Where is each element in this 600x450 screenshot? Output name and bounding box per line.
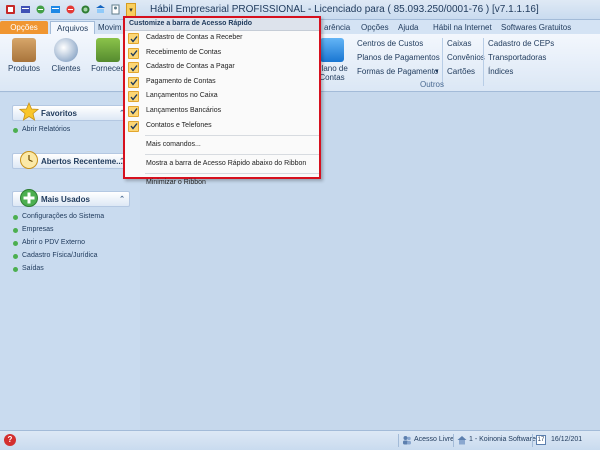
- payment-icon[interactable]: [64, 3, 77, 16]
- sidebar-item-empresas[interactable]: Empresas: [13, 226, 54, 233]
- convenios-link[interactable]: Convênios: [447, 53, 485, 62]
- ribbon-divider: [442, 38, 443, 86]
- tab-softwares-gratuitos[interactable]: Softwares Gratuitos: [495, 21, 577, 34]
- status-date: 16/12/201: [551, 436, 583, 443]
- menu-item-pagamento-contas[interactable]: Pagamento de Contas: [125, 75, 319, 90]
- menu-divider: [145, 154, 319, 156]
- tab-gerencia[interactable]: arência: [318, 21, 356, 34]
- outros-group-label: Outros: [420, 80, 445, 89]
- tab-opcoes-file[interactable]: Opções: [0, 21, 48, 34]
- receivable-icon[interactable]: [19, 3, 32, 16]
- status-acesso: Acesso Livre: [414, 436, 455, 443]
- menu-item-contatos-telefones[interactable]: Contatos e Telefones: [125, 119, 319, 134]
- checkmark-icon: [128, 91, 139, 103]
- box-icon: [12, 38, 36, 62]
- chart-of-accounts-icon: [320, 38, 344, 62]
- checkmark-icon: [128, 33, 139, 44]
- users-icon: [403, 436, 411, 445]
- customize-qat-menu: Customize a barra de Acesso Rápido Cadas…: [123, 16, 321, 186]
- status-bar: ? Acesso Livre 1 - Koinonia Software 17 …: [0, 430, 600, 450]
- clientes-button[interactable]: Clientes: [46, 38, 86, 73]
- sidebar-item-cadastro-fisica-juridica[interactable]: Cadastro Física/Jurídica: [12, 252, 97, 259]
- mais-usados-title: Mais Usados: [41, 195, 90, 204]
- qat-customize-dropdown-icon[interactable]: ▾: [126, 3, 136, 17]
- checkmark-icon: [128, 76, 139, 88]
- abertos-section-header[interactable]: Abertos Recenteme... ⌃: [12, 151, 130, 169]
- menu-item-label: Recebimento de Contas: [146, 48, 222, 56]
- checkmark-icon: [128, 47, 139, 59]
- tab-opcoes[interactable]: Opções: [355, 21, 395, 34]
- checkmark-icon: [128, 62, 139, 74]
- checkmark-icon: [128, 120, 139, 132]
- produtos-label: Produtos: [7, 64, 41, 73]
- bank-icon[interactable]: [94, 3, 107, 16]
- menu-item-label: Lançamentos no Caixa: [146, 92, 218, 100]
- calendar-icon: 17: [536, 435, 546, 445]
- cartoes-link[interactable]: Cartões: [447, 67, 475, 76]
- home-icon: [457, 436, 467, 445]
- tab-ajuda[interactable]: Ajuda: [392, 21, 424, 34]
- window-title: Hábil Empresarial PROFISSIONAL - Licenci…: [150, 4, 539, 15]
- chevron-down-icon[interactable]: ▾: [435, 67, 439, 75]
- contacts-icon[interactable]: [109, 3, 122, 16]
- checkmark-icon: [128, 105, 139, 117]
- menu-item-recebimento-contas[interactable]: Recebimento de Contas: [125, 46, 319, 61]
- status-divider: [398, 434, 399, 447]
- menu-header: Customize a barra de Acesso Rápido: [125, 18, 319, 31]
- transportadoras-link[interactable]: Transportadoras: [488, 53, 546, 62]
- sidebar-item-configuracoes[interactable]: Configurações do Sistema: [12, 213, 104, 220]
- help-icon[interactable]: ?: [4, 434, 16, 446]
- clientes-label: Clientes: [51, 64, 81, 73]
- people-icon: [54, 38, 78, 62]
- quick-access-toolbar: ▾: [4, 3, 136, 17]
- navigation-panel: Favoritos ⌃ Abrir Relatórios Abertos Rec…: [0, 93, 140, 430]
- payable-icon[interactable]: [49, 3, 62, 16]
- status-divider: [453, 434, 454, 447]
- menu-item-label: Cadastro de Contas a Pagar: [146, 63, 235, 71]
- star-icon: [19, 102, 39, 121]
- sidebar-item-pdv-externo[interactable]: Abrir o PDV Externo: [12, 239, 85, 246]
- formas-pagamento-link[interactable]: Formas de Pagamento: [357, 67, 438, 76]
- menu-divider: [145, 173, 319, 175]
- produtos-button[interactable]: Produtos: [4, 38, 44, 73]
- menu-item-lancamentos-caixa[interactable]: Lançamentos no Caixa: [125, 89, 319, 104]
- indices-link[interactable]: Índices: [488, 67, 513, 76]
- receipt-icon[interactable]: [34, 3, 47, 16]
- status-divider: [532, 434, 533, 447]
- caixas-link[interactable]: Caixas: [447, 39, 471, 48]
- mais-usados-section-header[interactable]: Mais Usados ⌃: [12, 189, 130, 207]
- menu-item-label: Contatos e Telefones: [146, 121, 212, 129]
- menu-item-minimizar-ribbon[interactable]: Minimizar o Ribbon: [125, 176, 319, 190]
- sidebar-item-saidas[interactable]: Saídas: [13, 265, 44, 272]
- centros-custos-link[interactable]: Centros de Custos: [357, 39, 423, 48]
- plus-icon: [20, 189, 38, 207]
- status-empresa: 1 - Koinonia Software: [469, 436, 536, 443]
- menu-item-mostrar-abaixo-ribbon[interactable]: Mostra a barra de Acesso Rápido abaixo d…: [125, 157, 319, 171]
- abertos-title: Abertos Recenteme...: [41, 157, 123, 166]
- tab-habil-internet[interactable]: Hábil na Internet: [427, 21, 498, 34]
- supplier-icon: [96, 38, 120, 62]
- menu-item-label: Cadastro de Contas a Receber: [146, 34, 243, 41]
- app-icon[interactable]: [4, 3, 17, 16]
- menu-item-lancamentos-bancarios[interactable]: Lançamentos Bancários: [125, 104, 319, 119]
- menu-item-cadastro-contas-pagar[interactable]: Cadastro de Contas a Pagar: [125, 60, 319, 75]
- menu-divider: [145, 135, 319, 137]
- cadastro-ceps-link[interactable]: Cadastro de CEPs: [488, 39, 554, 48]
- ribbon-divider: [483, 38, 484, 86]
- menu-item-label: Pagamento de Contas: [146, 77, 216, 85]
- favoritos-title: Favoritos: [41, 109, 78, 118]
- sidebar-item-abrir-relatorios[interactable]: Abrir Relatórios: [12, 126, 70, 133]
- collapse-chevron-icon[interactable]: ⌃: [119, 195, 125, 203]
- tab-arquivos[interactable]: Arquivos: [50, 21, 96, 34]
- menu-item-cadastro-contas-receber[interactable]: Cadastro de Contas a Receber: [125, 31, 319, 46]
- fornecedores-label: Forneced: [91, 64, 125, 73]
- planos-pagamentos-link[interactable]: Planos de Pagamentos: [357, 53, 440, 62]
- menu-item-mais-comandos[interactable]: Mais comandos...: [125, 138, 319, 152]
- favoritos-section-header[interactable]: Favoritos ⌃: [12, 102, 130, 121]
- fornecedores-button[interactable]: Forneced: [88, 38, 128, 73]
- cash-icon[interactable]: [79, 3, 92, 16]
- menu-item-label: Lançamentos Bancários: [146, 106, 222, 114]
- clock-icon: [20, 151, 38, 169]
